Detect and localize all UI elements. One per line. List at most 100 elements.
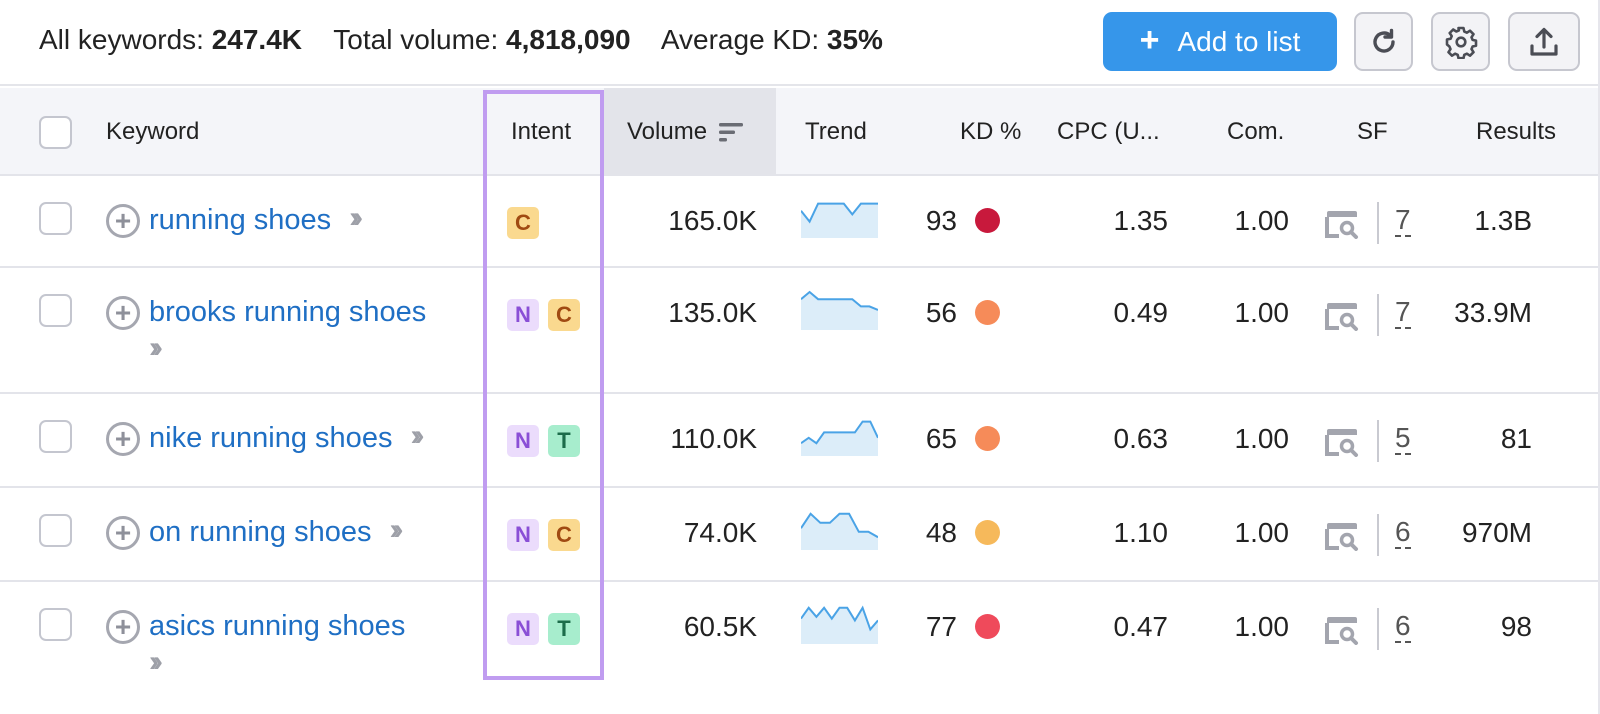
keyword-details-icon[interactable]: ›› bbox=[349, 201, 363, 235]
add-keyword-icon[interactable]: + bbox=[106, 296, 140, 330]
cpc-header-label: CPC (U... bbox=[1057, 118, 1160, 145]
table-row: + on running shoes ›› NC 74.0K 48 1.10 1.… bbox=[0, 488, 1598, 582]
column-header-trend[interactable]: Trend bbox=[805, 88, 867, 176]
column-header-keyword[interactable]: Keyword bbox=[106, 88, 199, 176]
sf-count-link[interactable]: 5 bbox=[1395, 423, 1411, 455]
total-volume-label: Total volume: bbox=[333, 24, 499, 55]
intent-badge-t: T bbox=[548, 425, 580, 457]
results-header-label: Results bbox=[1476, 118, 1557, 145]
column-header-com[interactable]: Com. bbox=[1227, 88, 1284, 176]
keyword-details-icon[interactable]: ›› bbox=[149, 645, 405, 679]
intent-badge-c: C bbox=[548, 299, 580, 331]
sf-divider bbox=[1377, 514, 1379, 556]
keyword-link[interactable]: running shoes bbox=[149, 204, 331, 236]
row-checkbox[interactable] bbox=[39, 514, 72, 547]
keyword-body: on running shoes ›› bbox=[149, 513, 404, 551]
row-checkbox[interactable] bbox=[39, 202, 72, 235]
all-keywords-value: 247.4K bbox=[211, 24, 303, 55]
refresh-button[interactable] bbox=[1354, 12, 1413, 71]
row-select-cell bbox=[39, 294, 72, 327]
com-value: 1.00 bbox=[1234, 517, 1290, 548]
settings-button[interactable] bbox=[1431, 12, 1490, 71]
table-row: + brooks running shoes ›› NC 135.0K 56 0.… bbox=[0, 268, 1598, 394]
column-header-volume[interactable]: Volume bbox=[604, 88, 776, 176]
average-kd-stat: Average KD: 35% bbox=[661, 24, 883, 55]
keyword-details-icon[interactable]: ›› bbox=[390, 513, 404, 547]
sf-count-link[interactable]: 7 bbox=[1395, 297, 1411, 329]
export-button[interactable] bbox=[1508, 12, 1580, 71]
kd-header-label: KD % bbox=[960, 118, 1022, 145]
kd-cell: 65 bbox=[926, 423, 1000, 455]
total-volume-stat: Total volume: 4,818,090 bbox=[333, 24, 630, 55]
serp-features-icon[interactable] bbox=[1325, 427, 1359, 457]
serp-features-icon[interactable] bbox=[1325, 615, 1359, 645]
kd-cell: 56 bbox=[926, 297, 1000, 329]
cpc-value: 0.63 bbox=[1113, 423, 1169, 454]
kd-cell: 77 bbox=[926, 611, 1000, 643]
add-keyword-icon[interactable]: + bbox=[106, 204, 140, 238]
column-header-cpc[interactable]: CPC (U... bbox=[1057, 88, 1160, 176]
keyword-details-icon[interactable]: ›› bbox=[410, 419, 424, 453]
all-keywords-label: All keywords: bbox=[39, 24, 204, 55]
results-value: 81 bbox=[1500, 423, 1532, 454]
row-checkbox[interactable] bbox=[39, 294, 72, 327]
trend-sparkline bbox=[801, 290, 878, 330]
intent-badges: C bbox=[507, 207, 539, 239]
row-checkbox[interactable] bbox=[39, 608, 72, 641]
keyword-body: asics running shoes ›› bbox=[149, 607, 405, 679]
keyword-link[interactable]: nike running shoes bbox=[149, 422, 392, 454]
plus-icon: + bbox=[1139, 20, 1160, 59]
table-row: + asics running shoes ›› NT 60.5K 77 0.47… bbox=[0, 582, 1598, 707]
sf-count-link[interactable]: 6 bbox=[1395, 517, 1411, 549]
column-header-results[interactable]: Results bbox=[1476, 88, 1556, 176]
add-to-list-button[interactable]: + Add to list bbox=[1103, 12, 1337, 71]
keyword-link[interactable]: asics running shoes bbox=[149, 610, 405, 642]
volume-value: 110.0K bbox=[670, 423, 757, 454]
serp-features-icon[interactable] bbox=[1325, 209, 1359, 239]
kd-difficulty-dot bbox=[975, 426, 1000, 451]
average-kd-label: Average KD: bbox=[660, 24, 820, 55]
column-header-intent[interactable]: Intent bbox=[511, 88, 571, 176]
keyword-link[interactable]: on running shoes bbox=[149, 516, 372, 548]
sf-count-link[interactable]: 7 bbox=[1395, 205, 1411, 237]
com-header-label: Com. bbox=[1227, 118, 1285, 145]
com-value: 1.00 bbox=[1234, 611, 1290, 642]
results-value: 970M bbox=[1461, 517, 1532, 548]
keyword-cell: + on running shoes ›› bbox=[106, 513, 404, 551]
column-header-kd[interactable]: KD % bbox=[960, 88, 1021, 176]
keyword-body: nike running shoes ›› bbox=[149, 419, 424, 457]
sf-divider bbox=[1377, 202, 1379, 244]
kd-difficulty-dot bbox=[975, 300, 1000, 325]
row-select-cell bbox=[39, 608, 72, 641]
row-checkbox[interactable] bbox=[39, 420, 72, 453]
cpc-value: 1.35 bbox=[1113, 205, 1169, 236]
results-value: 1.3B bbox=[1474, 205, 1532, 236]
trend-area bbox=[801, 421, 878, 456]
cpc-value: 1.10 bbox=[1113, 517, 1169, 548]
intent-badge-n: N bbox=[507, 519, 539, 551]
add-keyword-icon[interactable]: + bbox=[106, 516, 140, 550]
serp-features-icon[interactable] bbox=[1325, 301, 1359, 331]
add-keyword-icon[interactable]: + bbox=[106, 610, 140, 644]
keyword-cell: + asics running shoes ›› bbox=[106, 607, 405, 679]
add-to-list-label: Add to list bbox=[1177, 25, 1301, 57]
add-keyword-icon[interactable]: + bbox=[106, 422, 140, 456]
column-header-sf[interactable]: SF bbox=[1357, 88, 1388, 176]
com-value: 1.00 bbox=[1234, 423, 1290, 454]
select-all-cell bbox=[39, 88, 72, 176]
serp-features-icon[interactable] bbox=[1325, 521, 1359, 551]
table-row: + nike running shoes ›› NT 110.0K 65 0.63… bbox=[0, 394, 1598, 488]
keyword-link[interactable]: brooks running shoes bbox=[149, 296, 426, 328]
keyword-header-label: Keyword bbox=[106, 118, 200, 145]
select-all-checkbox[interactable] bbox=[39, 115, 72, 149]
trend-area bbox=[801, 292, 878, 330]
com-value: 1.00 bbox=[1234, 297, 1290, 328]
intent-badge-c: C bbox=[507, 207, 539, 239]
kd-difficulty-dot bbox=[975, 614, 1000, 639]
keyword-details-icon[interactable]: ›› bbox=[149, 331, 426, 365]
keyword-cell: + running shoes ›› bbox=[106, 201, 363, 239]
sf-count-link[interactable]: 6 bbox=[1395, 611, 1411, 643]
sf-divider bbox=[1377, 420, 1379, 462]
com-value: 1.00 bbox=[1234, 205, 1290, 236]
refresh-icon bbox=[1372, 28, 1395, 53]
